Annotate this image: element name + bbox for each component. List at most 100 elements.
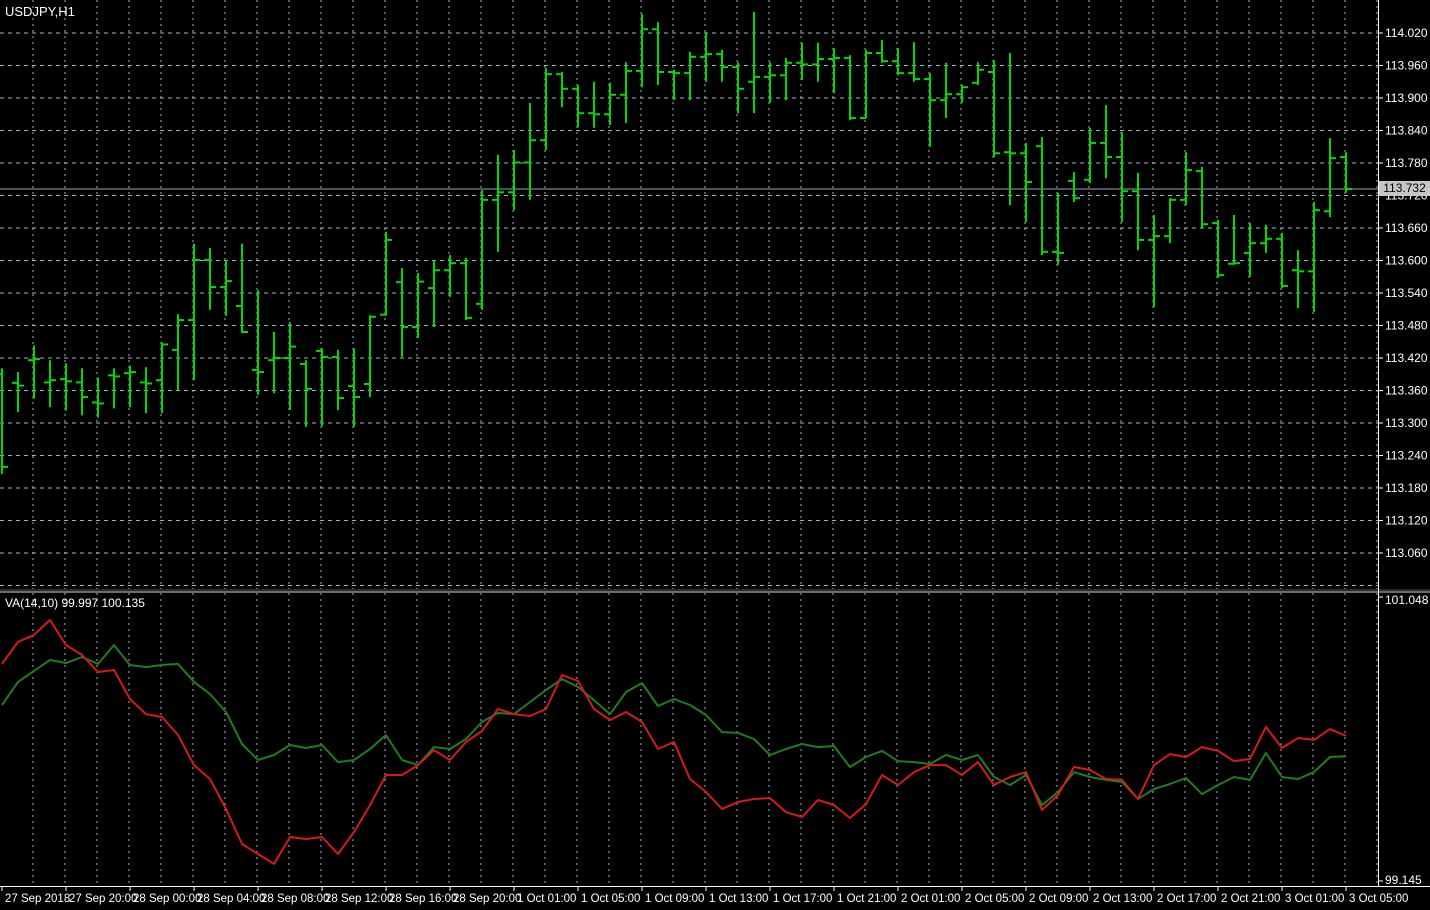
price-axis-label: 113.900 [1385,91,1428,105]
indicator-axis-label: 99.145 [1385,873,1422,887]
ohlc-bar [508,150,520,211]
time-axis-label: 1 Oct 13:00 [709,893,768,905]
ohlc-bar [412,272,424,338]
ohlc-bar [220,259,232,316]
price-axis-label: 113.420 [1385,351,1428,365]
time-axis-label: 2 Oct 05:00 [965,893,1024,905]
ohlc-bar [1180,152,1192,206]
ohlc-bar [12,372,24,413]
ohlc-bar [1340,152,1352,193]
price-axis-label: 113.780 [1385,156,1428,170]
time-axis-label: 28 Sep 00:00 [133,893,201,905]
time-axis-label: 27 Sep 2018 [5,893,70,905]
ohlc-bar [188,243,200,381]
ohlc-bar [396,268,408,357]
ohlc-bar [1196,166,1208,228]
indicator-axis-label: 101.048 [1385,593,1429,607]
time-axis-label: 2 Oct 09:00 [1029,893,1088,905]
ohlc-bar [1308,202,1320,312]
ohlc-bar [28,345,40,399]
time-axis[interactable]: 27 Sep 201827 Sep 20:0028 Sep 00:0028 Se… [1,886,1408,905]
ohlc-bar [828,48,840,94]
price-axis[interactable]: 114.020 113.960 113.900 113.840 113.780 113.7… [1378,26,1429,887]
ohlc-bar [108,368,120,409]
ohlc-bar [684,51,696,101]
ohlc-bar [1132,172,1144,251]
time-axis-label: 1 Oct 05:00 [581,893,640,905]
price-axis-label: 113.960 [1385,59,1428,73]
ohlc-bar [316,348,328,427]
time-axis-label: 2 Oct 17:00 [1157,893,1216,905]
ohlc-bar [732,62,744,114]
ohlc-bar [1020,142,1032,223]
ohlc-bar [1116,132,1128,223]
ohlc-bar [1068,172,1080,202]
ohlc-bar [380,231,392,316]
time-axis-label: 28 Sep 12:00 [325,893,393,905]
ohlc-bar [940,62,952,119]
indicator-line-red [1,618,1347,865]
ohlc-bar [796,42,808,81]
ohlc-bar [812,42,824,82]
price-axis-label: 113.120 [1385,514,1428,528]
ohlc-bar [0,368,8,474]
ohlc-bar [476,190,488,310]
time-axis-label: 3 Oct 05:00 [1349,893,1408,905]
ohlc-bar [540,68,552,150]
ohlc-bar [348,348,360,427]
ohlc-bar [860,49,872,120]
ohlc-bar [236,243,248,334]
grid-layer [0,0,1378,886]
chart-canvas: 114.020 113.960 113.900 113.840 113.780 113.7… [0,0,1430,905]
ohlc-bar [588,81,600,128]
indicator-name-values-label: VA(14,10) 99.997 100.135 [5,596,145,610]
ohlc-bar [988,60,1000,158]
ohlc-bar [1292,250,1304,309]
price-axis-label: 113.300 [1385,416,1428,430]
ohlc-bar [1324,138,1336,218]
ohlc-bar [972,62,984,85]
ohlc-bar [492,154,504,252]
ohlc-bar [876,40,888,63]
ohlc-bar [892,48,904,76]
price-axis-label: 113.660 [1385,221,1428,235]
ohlc-bar [124,365,136,408]
ohlc-bar [268,332,280,394]
ohlc-bar [140,367,152,414]
ohlc-bar [1212,219,1224,278]
ohlc-bar [924,73,936,147]
price-axis-label: 114.020 [1385,26,1428,40]
price-axis-label: 113.600 [1385,254,1428,268]
ohlc-bar [460,257,472,321]
ohlc-bar [1260,224,1272,253]
indicator-subwindow-surface[interactable] [1,618,1347,865]
ohlc-bar [1244,223,1256,277]
price-axis-label: 113.480 [1385,319,1428,333]
ohlc-bar [44,360,56,408]
ohlc-bar [76,368,88,416]
ohlc-bar [252,290,264,395]
ohlc-bar [156,342,168,414]
ohlc-bar [1084,127,1096,184]
ohlc-bar [956,85,968,103]
main-chart-surface[interactable] [0,11,1378,474]
time-axis-label: 1 Oct 21:00 [837,893,896,905]
ohlc-bar [92,377,104,418]
ohlc-bar [716,49,728,82]
ohlc-bar [284,322,296,410]
ohlc-bar [172,314,184,390]
window-separators [0,0,1430,887]
ohlc-bar [844,55,856,121]
time-axis-label: 2 Oct 21:00 [1221,893,1280,905]
time-axis-label: 2 Oct 01:00 [901,893,960,905]
time-axis-label: 1 Oct 09:00 [645,893,704,905]
price-axis-label: 113.180 [1385,481,1428,495]
ohlc-bar [748,11,760,114]
price-axis-label: 113.540 [1385,286,1428,300]
ohlc-bar [1148,215,1160,308]
price-axis-label: 113.240 [1385,449,1428,463]
ohlc-bar [524,102,536,200]
price-axis-label: 113.060 [1385,546,1428,560]
time-axis-label: 28 Sep 04:00 [197,893,265,905]
ohlc-bar [764,62,776,103]
